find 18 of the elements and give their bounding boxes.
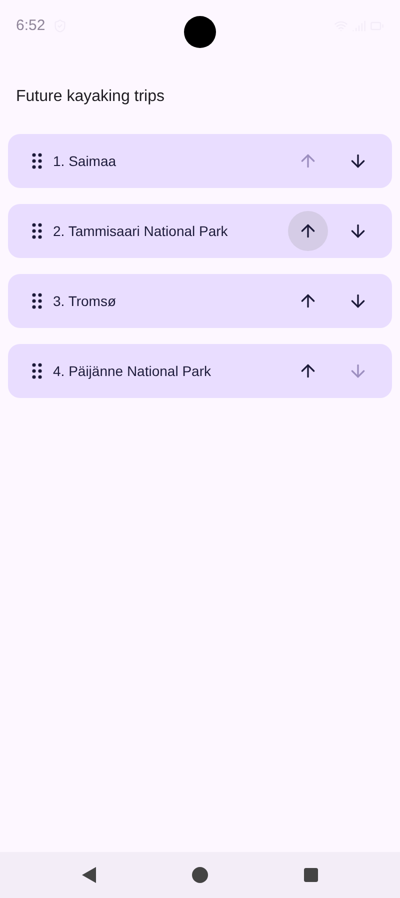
back-icon[interactable] xyxy=(82,867,96,883)
home-icon[interactable] xyxy=(192,867,208,883)
camera-cutout xyxy=(184,16,216,48)
drag-handle-icon[interactable] xyxy=(32,153,42,169)
trip-card[interactable]: 2. Tammisaari National Park xyxy=(8,204,392,258)
drag-handle-icon[interactable] xyxy=(32,223,42,239)
trip-label: 1. Saimaa xyxy=(53,152,116,170)
trip-card[interactable]: 3. Tromsø xyxy=(8,274,392,328)
screen-title: Future kayaking trips xyxy=(15,87,166,107)
drag-handle-icon[interactable] xyxy=(32,293,42,309)
trip-label: 4. Päijänne National Park xyxy=(53,362,211,381)
trip-card[interactable]: 4. Päijänne National Park xyxy=(8,344,392,398)
trip-label: 2. Tammisaari National Park xyxy=(53,222,228,240)
trip-label: 3. Tromsø xyxy=(53,292,116,310)
status-time: 6:52 xyxy=(16,16,46,36)
trip-card[interactable]: 1. Saimaa xyxy=(8,134,392,188)
move-up-button[interactable] xyxy=(288,211,328,251)
drag-handle-icon[interactable] xyxy=(32,363,42,379)
